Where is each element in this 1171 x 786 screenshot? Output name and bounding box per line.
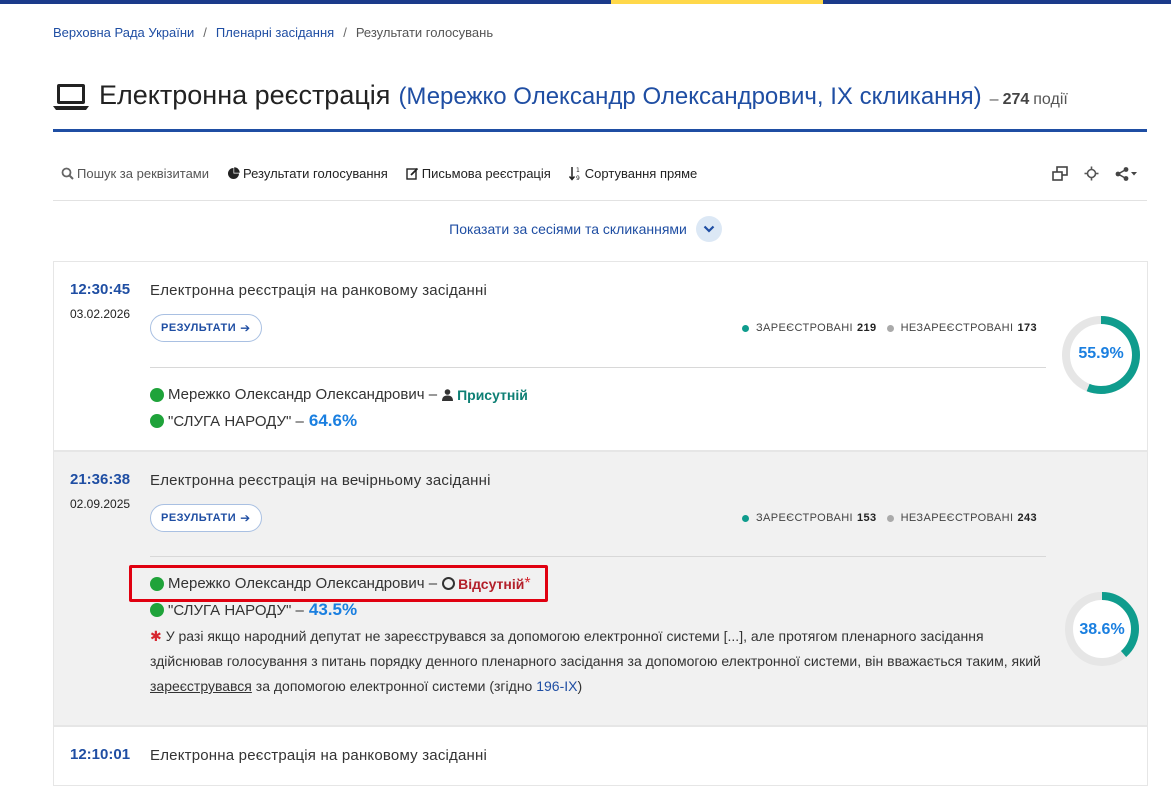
settings-icon[interactable] — [1084, 166, 1099, 181]
written-registration-label: Письмова реєстрація — [421, 166, 551, 181]
registered-count: 219 — [857, 322, 877, 334]
registered-dot-icon — [741, 324, 749, 332]
deputy-name: Мережко Олександр Олександрович – — [168, 575, 438, 592]
registration-note: ✱ У разі якщо народний депутат не зареєст… — [150, 624, 1050, 699]
event-date: 03.02.2026 — [70, 307, 131, 321]
registration-event-card: 12:30:45 03.02.2026 Електронна реєстраці… — [53, 261, 1148, 451]
unregistered-count: 243 — [1017, 512, 1037, 524]
page-title: Електронна реєстрація (Мережко Олександр… — [53, 80, 1147, 132]
results-button-label: РЕЗУЛЬТАТИ — [161, 322, 237, 334]
registered-label: ЗАРЕЄСТРОВАНІ — [755, 322, 854, 334]
event-title: Електронна реєстрація на ранковому засід… — [150, 282, 488, 299]
note-text-end: ) — [577, 678, 583, 694]
registered-count: 153 — [857, 512, 877, 524]
breadcrumb: Верховна Рада України / Пленарні засідан… — [53, 25, 493, 40]
svg-text:1: 1 — [576, 167, 580, 174]
breadcrumb-current: Результати голосувань — [355, 25, 494, 40]
sort-numeric-icon: 19 — [568, 167, 580, 181]
sort-label: Сортування пряме — [584, 166, 698, 181]
event-date: 02.09.2025 — [70, 497, 131, 511]
chevron-down-icon[interactable] — [695, 216, 722, 242]
deputy-status-line: Мережко Олександр Олександрович – Присут… — [150, 386, 528, 403]
sessions-toggle-label: Показати за сесіями та скликаннями — [449, 221, 687, 237]
registration-stats: ЗАРЕЄСТРОВАНІ 219 НЕЗАРЕЄСТРОВАНІ 173 — [741, 322, 1037, 334]
page-title-dash: – — [989, 91, 999, 108]
laptop-icon — [53, 84, 89, 110]
unregistered-label: НЕЗАРЕЄСТРОВАНІ — [900, 322, 1014, 334]
event-title: Електронна реєстрація на ранковому засід… — [150, 747, 488, 764]
card-divider — [150, 556, 1046, 557]
voting-results-button[interactable]: Результати голосування — [227, 166, 388, 181]
results-button[interactable]: РЕЗУЛЬТАТИ ➔ — [150, 504, 262, 532]
event-time: 12:30:45 — [70, 281, 131, 298]
registration-stats: ЗАРЕЄСТРОВАНІ 153 НЕЗАРЕЄСТРОВАНІ 243 — [741, 512, 1037, 524]
svg-text:9: 9 — [576, 175, 580, 181]
deputy-name: Мережко Олександр Олександрович – — [168, 386, 438, 403]
top-accent-yellow — [611, 0, 823, 4]
card-divider — [150, 367, 1046, 368]
event-time: 12:10:01 — [70, 746, 131, 763]
window-restore-icon[interactable] — [1052, 166, 1068, 181]
search-by-details-label: Пошук за реквізитами — [77, 166, 210, 181]
green-dot-icon — [150, 603, 164, 617]
faction-name: "СЛУГА НАРОДУ" – — [168, 412, 304, 430]
breadcrumb-separator: / — [203, 25, 207, 40]
registration-percent-label: 55.9% — [1078, 345, 1124, 362]
pie-chart-icon — [228, 167, 240, 179]
search-by-details-button[interactable]: Пошук за реквізитами — [61, 166, 209, 181]
faction-name: "СЛУГА НАРОДУ" – — [168, 601, 304, 619]
results-button[interactable]: РЕЗУЛЬТАТИ ➔ — [150, 314, 262, 342]
unregistered-dot-icon — [886, 514, 894, 522]
page-title-deputy: (Мережко Олександр Олександрович, IX скл… — [398, 83, 982, 110]
unregistered-label: НЕЗАРЕЄСТРОВАНІ — [900, 512, 1014, 524]
law-link[interactable]: 196-IX — [536, 678, 577, 694]
green-dot-icon — [150, 576, 164, 591]
note-text: за допомогою електронної системи (згідно — [251, 678, 537, 694]
written-registration-button[interactable]: Письмова реєстрація — [406, 166, 551, 181]
faction-line: "СЛУГА НАРОДУ" – 64.6% — [150, 411, 357, 431]
deputy-status-present: Присутній — [457, 386, 528, 403]
breadcrumb-separator: / — [343, 25, 347, 40]
green-dot-icon — [150, 414, 164, 428]
share-icon[interactable] — [1115, 166, 1139, 181]
registration-event-card: 21:36:38 02.09.2025 Електронна реєстраці… — [53, 451, 1148, 726]
deputy-status-line: Мережко Олександр Олександрович – Відсут… — [150, 575, 531, 592]
sessions-toggle[interactable]: Показати за сесіями та скликаннями — [0, 216, 1171, 242]
faction-line: "СЛУГА НАРОДУ" – 43.5% — [150, 600, 357, 620]
note-text: У разі якщо народний депутат не зареєстр… — [150, 628, 1041, 669]
registration-percent-label: 38.6% — [1079, 621, 1125, 638]
note-underlined-word: зареєструвався — [150, 678, 252, 694]
edit-icon — [406, 167, 418, 180]
voting-results-label: Результати голосування — [243, 166, 388, 181]
arrow-right-icon: ➔ — [240, 511, 251, 525]
green-dot-icon — [150, 387, 164, 402]
event-title: Електронна реєстрація на вечірньому засі… — [150, 472, 491, 489]
unregistered-dot-icon — [886, 324, 894, 332]
faction-percent: 64.6% — [308, 411, 358, 430]
top-accent-bar — [0, 0, 1171, 4]
breadcrumb-link-rada[interactable]: Верховна Рада України — [53, 25, 194, 40]
toolbar: Пошук за реквізитами Результати голосува… — [53, 147, 1147, 201]
events-count: 274 — [1002, 91, 1030, 108]
arrow-right-icon: ➔ — [240, 321, 251, 335]
registered-label: ЗАРЕЄСТРОВАНІ — [755, 512, 854, 524]
deputy-status-absent: Відсутній — [458, 575, 525, 592]
unregistered-count: 173 — [1017, 322, 1037, 334]
events-count-label: події — [1033, 91, 1068, 108]
user-icon — [442, 388, 454, 401]
faction-percent: 43.5% — [308, 600, 358, 619]
search-icon — [61, 167, 74, 180]
registered-dot-icon — [741, 514, 749, 522]
circle-outline-icon — [442, 577, 456, 590]
registration-event-card: 12:10:01 Електронна реєстрація на ранков… — [53, 726, 1148, 786]
page-title-text: Електронна реєстрація — [99, 80, 391, 110]
event-time: 21:36:38 — [70, 471, 131, 488]
asterisk-icon: ✱ — [150, 628, 162, 644]
breadcrumb-link-plenary[interactable]: Пленарні засідання — [216, 25, 334, 40]
sort-button[interactable]: 19 Сортування пряме — [568, 166, 698, 181]
results-button-label: РЕЗУЛЬТАТИ — [161, 512, 237, 524]
